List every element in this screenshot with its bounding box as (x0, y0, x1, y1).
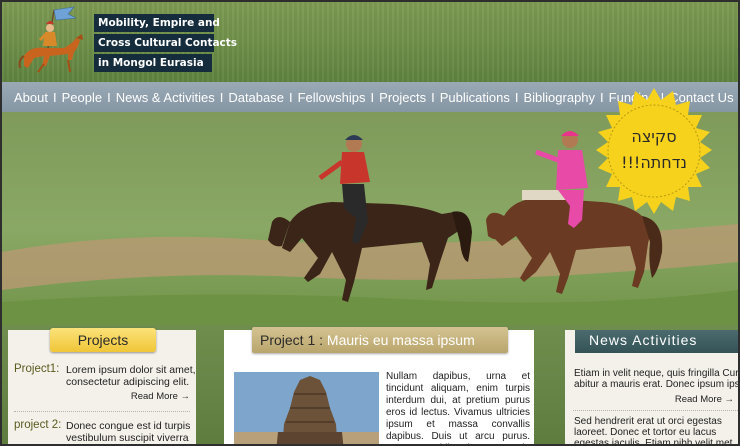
project-summary: Lorem ipsum dolor sit amet, consectetur … (66, 364, 196, 388)
news-panel: News Activities Etiam in velit neque, qu… (565, 330, 738, 446)
read-more-link[interactable]: Read More → (131, 391, 190, 402)
nav-separator: I (288, 89, 293, 105)
featured-project-panel: Project 1 : Mauris eu massa ipsum Nullam… (224, 327, 534, 444)
divider (14, 411, 190, 412)
project-label: Project1: (14, 363, 60, 375)
news-item[interactable]: Etiam in velit neque, quis fringilla Cur… (574, 368, 738, 390)
nav-item-about[interactable]: About (14, 90, 48, 105)
horseman-with-banner-icon[interactable] (16, 4, 90, 80)
site-title-line: Cross Cultural Contacts (94, 34, 237, 52)
featured-project-heading[interactable]: Project 1 : Mauris eu massa ipsum (252, 327, 508, 353)
divider (573, 410, 738, 411)
news-text: Sed hendrerit erat ut orci egestas (574, 416, 722, 427)
project-summary: Donec congue est id turpis vestibulum su… (66, 420, 191, 444)
news-text: egestas iaculis. Etiam nibh velit met (574, 438, 733, 446)
content-area: Projects Project1: Lorem ipsum dolor sit… (2, 325, 738, 446)
nav-separator: I (431, 89, 435, 105)
news-text: abitur a mauris erat. Donec ipsum ipsum (574, 379, 738, 390)
featured-project-body: Nullam dapibus, urna et tincidunt aliqua… (386, 371, 530, 444)
news-text: laoreet. Donec et tortor eu lacus (574, 427, 717, 438)
nav-separator: I (219, 89, 224, 105)
list-item[interactable]: Project1: Lorem ipsum dolor sit amet, co… (14, 363, 196, 413)
stupa-ruin-photo (234, 372, 379, 444)
site-title[interactable]: Mobility, Empire and Cross Cultural Cont… (94, 14, 237, 74)
news-heading[interactable]: News Activities (575, 330, 738, 353)
nav-item-projects[interactable]: Projects (379, 90, 426, 105)
nav-item-database[interactable]: Database (228, 90, 284, 105)
project-label: project 2: (14, 419, 62, 431)
read-more-link[interactable]: Read More → (675, 394, 734, 405)
site-header: Mobility, Empire and Cross Cultural Cont… (2, 2, 738, 82)
news-text: Etiam in velit neque, quis fringilla Cur (574, 368, 738, 379)
site-title-line: Mobility, Empire and (94, 14, 220, 32)
nav-separator: I (370, 89, 375, 105)
badge-line: סקיצה (631, 127, 677, 146)
featured-project-number: Project 1 : (260, 332, 327, 348)
site-title-line: in Mongol Eurasia (94, 54, 212, 72)
rejected-sketch-badge: סקיצה נדחתה!!! (585, 86, 723, 224)
list-item[interactable]: project 2: Donec congue est id turpis ve… (14, 419, 196, 444)
nav-item-people[interactable]: People (62, 90, 102, 105)
projects-panel: Projects Project1: Lorem ipsum dolor sit… (8, 328, 196, 444)
nav-item-publications[interactable]: Publications (440, 90, 510, 105)
badge-line: נדחתה!!! (621, 153, 687, 172)
page-frame: Mobility, Empire and Cross Cultural Cont… (0, 0, 740, 446)
featured-project-title: Mauris eu massa ipsum (326, 332, 475, 348)
nav-separator: I (107, 89, 111, 105)
nav-separator: I (514, 89, 519, 105)
nav-separator: I (52, 89, 57, 105)
nav-item-news-activities[interactable]: News & Activities (116, 90, 215, 105)
nav-item-fellowships[interactable]: Fellowships (298, 90, 366, 105)
projects-heading[interactable]: Projects (50, 328, 156, 352)
news-item[interactable]: Sed hendrerit erat ut orci egestas laore… (574, 416, 738, 446)
